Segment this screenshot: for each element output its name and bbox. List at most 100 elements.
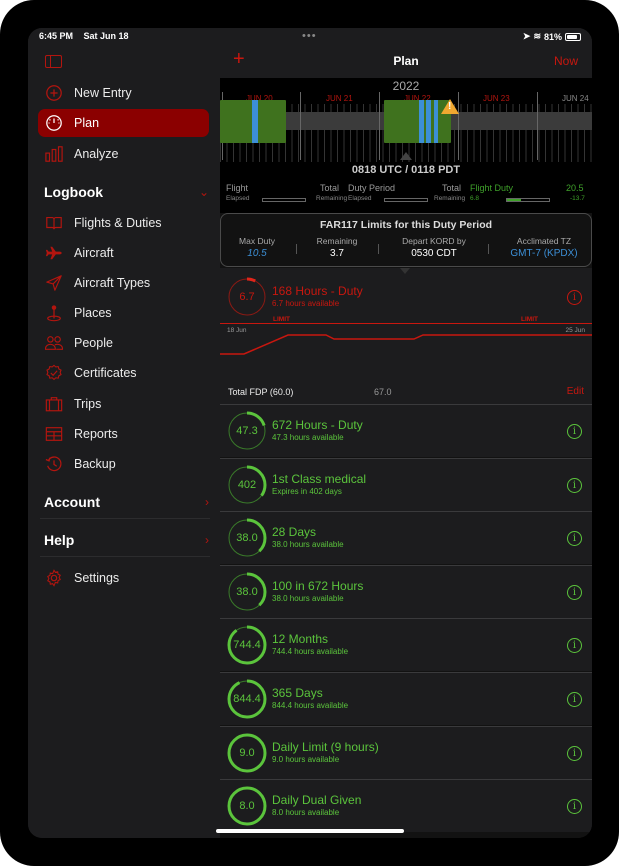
ring-value: 38.0 (236, 532, 258, 545)
day-divider (379, 92, 380, 160)
screen: 6:45 PM Sat Jun 18 New Entry Plan Analyz… (28, 28, 592, 838)
total-fdp-value: 67.0 (374, 387, 392, 397)
limit-label: LIMIT (273, 316, 290, 323)
status-bar-left: 6:45 PM Sat Jun 18 (39, 31, 137, 41)
flight-duty-total: 20.5 (566, 183, 584, 193)
limit-row[interactable]: 402 1st Class medical Expires in 402 days i (220, 457, 592, 511)
sidebar-item-people[interactable]: People (38, 329, 209, 357)
sidebar-item-analyze[interactable]: Analyze (38, 140, 209, 168)
navigation-bar: ••• ➤ ≋ 81% + Plan Now (220, 28, 592, 78)
limit-subtitle: 38.0 hours available (272, 593, 344, 603)
limit-title: 365 Days (272, 686, 323, 700)
info-icon[interactable]: i (567, 745, 582, 761)
limit-row[interactable]: 38.0 28 Days 38.0 hours available i (220, 511, 592, 565)
info-icon[interactable]: i (567, 424, 582, 439)
page-title: Plan (393, 54, 419, 68)
sidebar-item-settings[interactable]: Settings (38, 564, 209, 592)
flight-duty-remaining: -13.7 (570, 195, 585, 202)
sidebar-item-label: Backup (74, 457, 116, 471)
fdp-bar: Total FDP (60.0) 67.0 Edit (220, 382, 592, 404)
status-time: 6:45 PM (39, 31, 74, 41)
sidebar-item-label: Analyze (74, 147, 119, 161)
depart-by: Depart KORD by 0530 CDT (389, 236, 479, 259)
wifi-icon: ≋ (533, 31, 541, 41)
help-section-header[interactable]: Help › (44, 529, 209, 551)
limit-row[interactable]: 844.4 365 Days 844.4 hours available i (220, 672, 592, 725)
home-indicator[interactable] (216, 829, 404, 833)
far117-title: FAR117 Limits for this Duty Period (319, 219, 493, 231)
flight-segment[interactable] (252, 100, 258, 143)
limit-title: 100 in 672 Hours (272, 578, 364, 593)
flight-segment[interactable] (434, 100, 438, 143)
now-button[interactable]: Now (554, 54, 578, 68)
limit-row[interactable]: 38.0 100 in 672 Hours 38.0 hours available… (220, 564, 592, 618)
divider (40, 556, 210, 557)
max-duty-value[interactable]: 10.5 (229, 248, 285, 259)
sidebar-item-places[interactable]: Places (38, 299, 209, 327)
flight-duty-label: Flight Duty (470, 183, 514, 193)
sidebar-item-aircraft-types[interactable]: Aircraft Types (38, 269, 209, 297)
info-icon[interactable]: i (567, 290, 582, 305)
limit-subtitle: 6.7 hours available (272, 299, 340, 308)
limit-row[interactable]: 744.4 12 Months 744.4 hours available i (220, 618, 592, 672)
limit-row[interactable]: 8.0 Daily Dual Given 8.0 hours available i (220, 779, 592, 833)
sidebar-item-backup[interactable]: Backup (38, 450, 209, 478)
duty-timeline[interactable]: 2022 JUN 20 JUN 21 JUN 22 JUN 23 JUN 24 … (220, 78, 592, 183)
sidebar-item-flights-duties[interactable]: Flights & Duties (38, 209, 209, 237)
chevron-right-icon: › (205, 495, 209, 509)
limit-row[interactable]: 9.0 Daily Limit (9 hours) 9.0 hours availa… (220, 725, 592, 779)
sidebar-item-aircraft[interactable]: Aircraft (38, 239, 209, 267)
sidebar-item-trips[interactable]: Trips (38, 390, 209, 418)
sidebar-toggle-icon[interactable] (45, 55, 62, 68)
divider (378, 244, 379, 254)
multitasking-dots[interactable]: ••• (302, 30, 317, 42)
max-duty: Max Duty 10.5 (229, 236, 285, 259)
limit-title: 28 Days (272, 525, 317, 540)
battery-percent: 81% (543, 31, 562, 42)
ring-value: 402 (237, 478, 257, 491)
limit-subtitle: 47.3 hours available (272, 433, 344, 442)
account-title: Account (44, 494, 100, 510)
duty-summary: Flight Elapsed Total Remaining Duty Peri… (220, 183, 592, 213)
info-icon[interactable]: i (567, 638, 582, 654)
limit-subtitle: 38.0 hours available (272, 540, 344, 550)
sidebar-item-label: People (74, 336, 113, 350)
ipad-frame: 6:45 PM Sat Jun 18 New Entry Plan Analyz… (0, 0, 619, 866)
info-icon[interactable]: i (567, 531, 582, 547)
warning-triangle-icon[interactable]: ! (441, 99, 459, 114)
sidebar-item-reports[interactable]: Reports (38, 420, 209, 448)
help-title: Help (44, 532, 75, 548)
sidebar-item-certificates[interactable]: Certificates (38, 359, 209, 387)
gear-icon (44, 568, 64, 588)
acclimated-tz-label: Acclimated TZ (516, 236, 572, 246)
logbook-section-header[interactable]: Logbook ⌄ (44, 181, 209, 203)
limit-title: 1st Class medical (272, 471, 367, 486)
limit-subtitle: Expires in 402 days (272, 486, 342, 496)
edit-button[interactable]: Edit (567, 386, 584, 397)
account-section-header[interactable]: Account › (44, 491, 209, 513)
plus-circle-icon (44, 83, 64, 103)
table-icon (44, 424, 64, 444)
info-icon[interactable]: i (567, 584, 582, 600)
sidebar-item-new-entry[interactable]: New Entry (38, 79, 209, 107)
flight-segment[interactable] (419, 100, 424, 143)
sidebar-item-label: Aircraft (74, 246, 114, 260)
depart-by-label: Depart KORD by (402, 236, 466, 246)
sidebar-item-plan[interactable]: Plan (38, 109, 209, 137)
bar-chart-icon (44, 144, 64, 164)
ring-value: 844.4 (233, 693, 261, 705)
suitcase-icon (44, 394, 64, 414)
flight-elapsed-label: Elapsed (226, 195, 250, 202)
limit-row[interactable]: 47.3 672 Hours - Duty 47.3 hours available… (220, 404, 592, 457)
divider (40, 518, 210, 519)
timeline-year: 2022 (392, 79, 420, 93)
limit-title: Daily Dual Given (272, 793, 362, 808)
acclimated-tz-value[interactable]: GMT-7 (KPDX) (499, 248, 589, 259)
ring-value: 6.7 (239, 291, 255, 303)
limit-title: 672 Hours - Duty (272, 418, 363, 432)
history-icon (44, 454, 64, 474)
flight-segment[interactable] (426, 100, 431, 143)
info-icon[interactable]: i (567, 692, 582, 707)
info-icon[interactable]: i (567, 477, 582, 493)
info-icon[interactable]: i (567, 799, 582, 815)
